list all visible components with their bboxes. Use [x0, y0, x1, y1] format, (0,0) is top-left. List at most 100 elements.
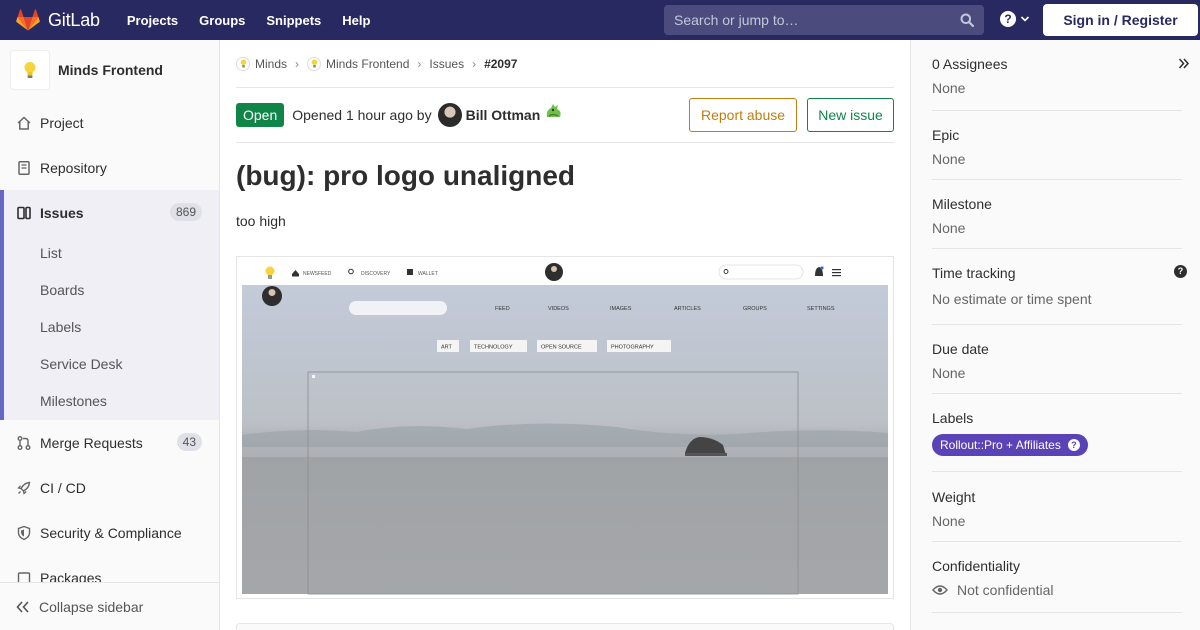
gitlab-tanuki-icon [16, 9, 40, 31]
question-circle-icon: ? [1067, 439, 1080, 451]
mini-nav-newsfeed: NEWSFEED [303, 271, 332, 277]
breadcrumb-item-issues[interactable]: Issues [429, 57, 464, 71]
label-rollout-pro[interactable]: Rollout::Pro + Affiliates ? [932, 434, 1088, 456]
mini-tag-technology: TECHNOLOGY [474, 345, 513, 351]
gitlab-logo[interactable]: GitLab [16, 9, 100, 31]
screenshot-image: NEWSFEED DISCOVERY WALLET FEED VIDEOS IM… [237, 257, 893, 598]
time-tracking-value: No estimate or time spent [932, 291, 1092, 307]
issue-title: (bug): pro logo unaligned [236, 160, 576, 191]
confidentiality-block: Confidentiality Not confidential [932, 558, 1182, 613]
sidebar-item-security[interactable]: Security & Compliance [0, 510, 219, 555]
sidebar-item-repository[interactable]: Repository [0, 145, 219, 190]
merge-requests-count-badge: 43 [176, 433, 202, 451]
search-input[interactable]: Search or jump to… [664, 5, 984, 35]
search-icon [960, 13, 974, 27]
new-issue-button[interactable]: New issue [807, 98, 894, 132]
author-avatar[interactable] [437, 103, 462, 127]
help-dropdown[interactable]: ? [1000, 11, 1030, 27]
lightbulb-icon [236, 56, 250, 71]
mini-menu-videos: VIDEOS [548, 306, 569, 312]
sidebar-subitem-labels[interactable]: Labels [0, 309, 219, 346]
issue-description: too high [236, 213, 286, 229]
sidebar-item-project[interactable]: Project [0, 100, 219, 145]
mini-menu-settings: SETTINGS [807, 306, 835, 312]
collapse-sidebar-label: Collapse sidebar [39, 598, 144, 615]
search-placeholder: Search or jump to… [674, 12, 799, 28]
milestone-block: Milestone None [932, 196, 1182, 249]
sidebar-item-ci-cd[interactable]: CI / CD [0, 465, 219, 510]
weight-value: None [932, 513, 966, 529]
mini-tag-photography: PHOTOGRAPHY [611, 345, 654, 351]
nav-link-help[interactable]: Help [342, 13, 370, 28]
attached-screenshot[interactable]: NEWSFEED DISCOVERY WALLET FEED VIDEOS IM… [236, 256, 894, 599]
top-navbar: GitLab Projects Groups Snippets Help Sea… [0, 0, 1200, 40]
mini-menu-feed: FEED [495, 306, 510, 312]
mini-logo [265, 266, 275, 276]
breadcrumb-label: Minds Frontend [326, 56, 410, 71]
time-tracking-title: Time tracking [932, 265, 1016, 281]
dragon-emoji-icon [547, 104, 561, 117]
mini-tag-art: ART [441, 345, 453, 351]
report-abuse-button[interactable]: Report abuse [689, 98, 797, 132]
labels-block: Labels Rollout::Pro + Affiliates ? [932, 410, 1182, 472]
left-sidebar: Minds Frontend Project Repository Issues… [0, 40, 220, 630]
labels-title: Labels [932, 410, 974, 426]
breadcrumb-label: Minds [255, 56, 288, 71]
status-badge: Open [236, 103, 285, 127]
breadcrumb-item-minds[interactable]: Minds [236, 56, 288, 71]
sidebar-item-label: Issues [40, 204, 84, 221]
home-icon [16, 115, 32, 131]
mini-nav-discovery: DISCOVERY [361, 271, 391, 277]
issues-icon [16, 205, 32, 221]
mini-menu-articles: ARTICLES [674, 306, 701, 312]
collapse-sidebar-button[interactable]: Collapse sidebar [0, 582, 219, 630]
due-date-title: Due date [932, 341, 989, 357]
due-date-block: Due date None [932, 341, 1182, 394]
confidentiality-row: Not confidential [932, 582, 1182, 598]
project-header[interactable]: Minds Frontend [0, 40, 219, 100]
sidebar-item-label: Merge Requests [40, 434, 143, 451]
assignees-block: 0 Assignees None [932, 56, 1190, 111]
lightbulb-icon [307, 56, 322, 71]
issues-submenu: List Boards Labels Service Desk Mileston… [0, 235, 219, 420]
nav-links: Projects Groups Snippets Help [127, 13, 392, 28]
sidebar-item-merge-requests[interactable]: Merge Requests 43 [0, 420, 219, 465]
time-tracking-block: Time tracking No estimate or time spent … [932, 265, 1187, 325]
confidentiality-title: Confidentiality [932, 558, 1020, 574]
sidebar-subitem-service-desk[interactable]: Service Desk [0, 346, 219, 383]
right-sidebar: 0 Assignees None Epic None Milestone Non… [910, 40, 1200, 630]
question-circle-icon[interactable]: ? [1174, 265, 1187, 278]
chevron-right-icon: › [472, 56, 477, 71]
lightbulb-icon [24, 62, 36, 78]
sidebar-item-label: CI / CD [40, 479, 86, 496]
milestone-title: Milestone [932, 196, 992, 212]
label-text: Rollout::Pro + Affiliates [940, 438, 1061, 452]
nav-link-projects[interactable]: Projects [127, 13, 178, 28]
nav-link-snippets[interactable]: Snippets [266, 13, 321, 28]
breadcrumb-item-issue-number[interactable]: #2097 [484, 57, 517, 71]
sidebar-subitem-milestones[interactable]: Milestones [0, 383, 219, 420]
assignees-title: 0 Assignees [932, 56, 1008, 72]
sidebar-item-label: Repository [40, 159, 107, 176]
question-circle-icon: ? [1000, 11, 1016, 27]
mini-menu-groups: GROUPS [743, 306, 767, 312]
sign-in-button[interactable]: Sign in / Register [1043, 4, 1198, 36]
double-chevron-right-icon[interactable] [1178, 58, 1190, 69]
merge-request-icon [16, 435, 32, 451]
due-date-value: None [932, 365, 966, 381]
project-name: Minds Frontend [58, 62, 163, 78]
sidebar-item-issues[interactable]: Issues 869 [0, 190, 219, 235]
sidebar-subitem-list[interactable]: List [0, 235, 219, 272]
assignees-value: None [932, 80, 966, 96]
opened-text: Opened 1 hour ago by [292, 107, 432, 123]
epic-block: Epic None [932, 127, 1182, 180]
epic-value: None [932, 151, 966, 167]
breadcrumb-item-minds-frontend[interactable]: Minds Frontend [307, 56, 410, 71]
mini-nav-wallet: WALLET [418, 271, 438, 277]
sidebar-subitem-boards[interactable]: Boards [0, 272, 219, 309]
author-name[interactable]: Bill Ottman [466, 107, 541, 123]
milestone-value: None [932, 220, 966, 236]
nav-link-groups[interactable]: Groups [199, 13, 245, 28]
issue-main: Minds › Minds Frontend › Issues › #2097 … [236, 40, 894, 630]
sidebar-item-label: Project [40, 114, 84, 131]
